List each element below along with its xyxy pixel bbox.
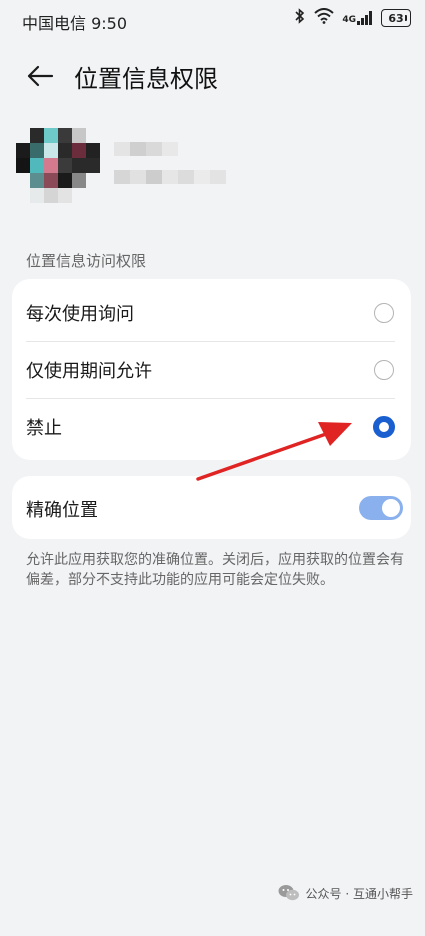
watermark-text: 公众号 · 互通小帮手 xyxy=(305,886,413,901)
app-icon xyxy=(16,128,100,204)
wifi-icon xyxy=(314,8,335,28)
app-name-redacted xyxy=(114,142,194,156)
location-access-section-label: 位置信息访问权限 xyxy=(26,252,147,270)
radio-button[interactable] xyxy=(374,359,394,380)
precise-location-row[interactable]: 精确位置 xyxy=(12,476,411,539)
back-button[interactable] xyxy=(24,60,56,92)
signal-icon: 4G xyxy=(342,11,373,25)
app-name-redacted-line2 xyxy=(114,170,226,184)
option-label: 每次使用询问 xyxy=(26,303,134,325)
watermark: 公众号 · 互通小帮手 xyxy=(278,884,413,902)
toggle-knob xyxy=(382,499,400,517)
option-ask-every-time[interactable]: 每次使用询问 xyxy=(12,284,411,341)
radio-button[interactable] xyxy=(374,302,394,323)
page-header: 位置信息权限 xyxy=(0,52,425,98)
battery-icon xyxy=(405,15,407,21)
app-info xyxy=(16,128,416,208)
network-label: 4G xyxy=(342,15,356,25)
status-icons: 4G 63 xyxy=(294,8,411,28)
option-allow-while-using[interactable]: 仅使用期间允许 xyxy=(12,341,411,398)
back-arrow-icon xyxy=(27,65,54,87)
bluetooth-icon xyxy=(294,8,306,28)
wechat-icon xyxy=(278,885,299,901)
status-bar: 中国电信 9:50 4G 63 xyxy=(0,0,425,40)
precise-location-description: 允许此应用获取您的准确位置。关闭后，应用获取的位置会有偏差，部分不支持此功能的应… xyxy=(26,552,404,588)
page-title: 位置信息权限 xyxy=(74,65,218,93)
location-access-options: 每次使用询问 仅使用期间允许 禁止 xyxy=(12,279,411,460)
option-label: 仅使用期间允许 xyxy=(26,360,152,382)
radio-button-selected[interactable] xyxy=(373,415,395,438)
carrier-time: 中国电信 9:50 xyxy=(22,14,128,33)
option-deny[interactable]: 禁止 xyxy=(12,398,411,455)
precise-location-label: 精确位置 xyxy=(26,500,98,521)
option-label: 禁止 xyxy=(26,417,62,439)
precise-location-toggle[interactable] xyxy=(359,496,403,520)
